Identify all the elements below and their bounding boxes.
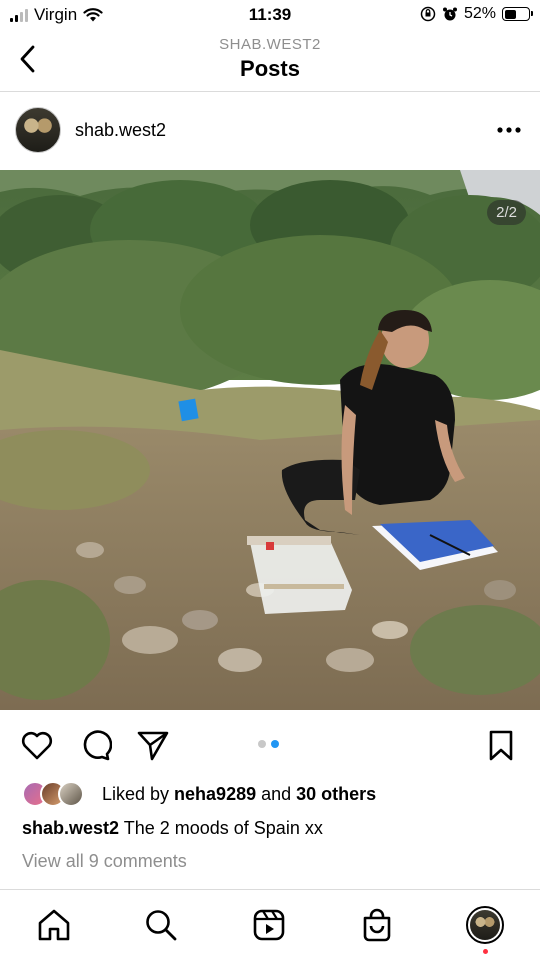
status-right: 52% — [420, 5, 533, 23]
nav-search[interactable] — [143, 907, 179, 943]
page-title: Posts — [240, 56, 300, 81]
reels-icon — [253, 909, 285, 941]
post-photo[interactable]: 2/2 — [0, 170, 540, 710]
home-icon — [38, 909, 70, 941]
post-actions — [0, 710, 540, 780]
page-header: SHAB.WEST2 Posts — [0, 32, 540, 92]
send-icon — [137, 731, 169, 761]
photo-scene — [0, 170, 540, 710]
post-avatar[interactable] — [15, 107, 61, 153]
comment-button[interactable] — [78, 728, 112, 762]
likes-text: Liked by neha9289 and 30 others — [102, 784, 376, 805]
more-options-button[interactable] — [496, 122, 522, 138]
more-horizontal-icon — [497, 127, 521, 133]
caption-text: The 2 moods of Spain xx — [119, 818, 323, 838]
photo-counter: 2/2 — [487, 200, 526, 225]
comment-icon — [83, 730, 112, 761]
alarm-icon — [442, 7, 457, 21]
like-button[interactable] — [20, 728, 54, 762]
battery-percent: 52% — [463, 5, 496, 22]
share-button[interactable] — [136, 728, 170, 762]
nav-shop[interactable] — [359, 907, 395, 943]
carousel-dot — [258, 740, 266, 748]
header-subtitle: SHAB.WEST2 — [219, 36, 321, 53]
likes-middle: and — [256, 783, 297, 804]
caption-username[interactable]: shab.west2 — [22, 818, 119, 838]
likes-prefix: Liked by — [102, 783, 175, 804]
status-bar: Virgin 11:39 52% — [0, 0, 540, 32]
carousel-dots — [258, 740, 279, 748]
view-comments-link[interactable]: View all 9 comments — [22, 851, 187, 872]
post-username[interactable]: shab.west2 — [75, 120, 166, 141]
nav-reels[interactable] — [251, 907, 287, 943]
battery-icon — [502, 7, 533, 21]
post-caption: shab.west2 The 2 moods of Spain xx — [22, 818, 323, 839]
carousel-dot-active — [271, 740, 279, 748]
bookmark-icon — [489, 730, 513, 761]
heart-icon — [21, 731, 53, 760]
save-button[interactable] — [484, 728, 518, 762]
liker-username[interactable]: neha9289 — [174, 784, 256, 804]
post-header: shab.west2 — [0, 92, 540, 170]
liker-avatars — [22, 781, 84, 807]
orientation-lock-icon — [420, 6, 436, 22]
shop-icon — [363, 908, 391, 942]
likes-others[interactable]: 30 others — [296, 784, 376, 804]
avatar — [58, 781, 84, 807]
bottom-nav — [0, 889, 540, 961]
nav-home[interactable] — [36, 907, 72, 943]
search-icon — [146, 910, 177, 941]
likes-row[interactable]: Liked by neha9289 and 30 others — [22, 780, 376, 808]
notification-dot — [483, 949, 488, 954]
nav-profile-avatar[interactable] — [466, 906, 504, 944]
